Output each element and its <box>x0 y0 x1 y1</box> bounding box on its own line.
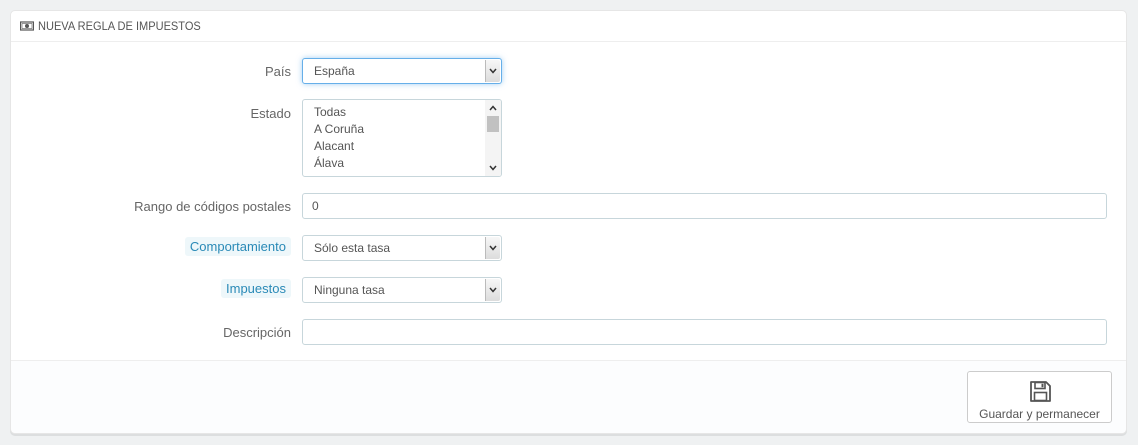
save-and-stay-button[interactable]: Guardar y permanecer <box>967 371 1112 423</box>
descripcion-label: Descripción <box>223 325 291 340</box>
comportamiento-hint[interactable]: Comportamiento <box>184 237 291 256</box>
chevron-down-icon[interactable] <box>485 237 500 259</box>
tax-rule-panel: NUEVA REGLA DE IMPUESTOS País España Est… <box>10 10 1127 434</box>
chevron-down-icon[interactable] <box>485 161 501 175</box>
chevron-down-icon[interactable] <box>485 60 500 82</box>
estado-label: Estado <box>250 106 291 121</box>
estado-option[interactable]: Todas <box>303 104 364 121</box>
comportamiento-label: Comportamiento <box>184 237 291 256</box>
panel-title: NUEVA REGLA DE IMPUESTOS <box>38 19 201 33</box>
codigos-postales-value: 0 <box>312 199 319 213</box>
codigos-postales-input[interactable]: 0 <box>302 193 1107 219</box>
scroll-thumb[interactable] <box>487 116 499 132</box>
estado-options: Todas A Coruña Alacant Álava <box>303 104 364 172</box>
save-button-label: Guardar y permanecer <box>979 407 1100 421</box>
comportamiento-select-value: Sólo esta tasa <box>314 241 391 255</box>
chevron-up-icon[interactable] <box>485 101 501 115</box>
estado-scrollbar[interactable] <box>485 100 501 176</box>
pais-select-value: España <box>314 64 355 78</box>
estado-option[interactable]: A Coruña <box>303 121 364 138</box>
floppy-disk-icon <box>1029 380 1052 403</box>
impuestos-select-value: Ninguna tasa <box>314 283 385 297</box>
chevron-down-icon[interactable] <box>485 279 500 301</box>
impuestos-label: Impuestos <box>221 279 291 298</box>
panel-heading: NUEVA REGLA DE IMPUESTOS <box>11 11 1126 42</box>
estado-listbox[interactable]: Todas A Coruña Alacant Álava <box>302 99 502 177</box>
descripcion-input[interactable] <box>302 319 1107 345</box>
money-icon <box>19 19 35 33</box>
pais-select[interactable]: España <box>302 58 502 84</box>
estado-option[interactable]: Álava <box>303 155 364 172</box>
estado-option[interactable]: Alacant <box>303 138 364 155</box>
impuestos-select[interactable]: Ninguna tasa <box>302 277 502 303</box>
comportamiento-select[interactable]: Sólo esta tasa <box>302 235 502 261</box>
pais-label: País <box>264 64 291 79</box>
panel-footer: Guardar y permanecer <box>11 360 1126 433</box>
codigos-postales-label: Rango de códigos postales <box>134 199 291 214</box>
impuestos-hint[interactable]: Impuestos <box>221 279 291 298</box>
